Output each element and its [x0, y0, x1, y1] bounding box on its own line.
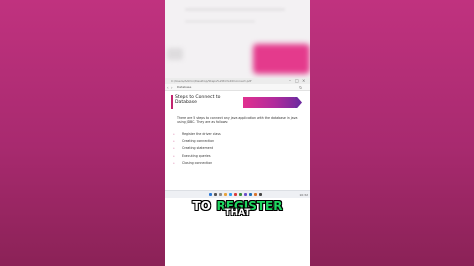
slide-title: Steps to Connect to Database [175, 95, 221, 106]
caption-line-2: THAT [224, 208, 251, 218]
step-label: Register the driver class [182, 132, 221, 136]
slide-content: Steps to Connect to Database There are 5… [165, 93, 310, 190]
step-label: Executing queries [182, 153, 211, 158]
bullet-icon: • [173, 160, 175, 165]
step-label: Creating statement [182, 146, 213, 151]
forward-icon[interactable]: › [171, 84, 173, 91]
background-right [310, 0, 474, 266]
background-left [0, 0, 165, 266]
step-label: Creating connection [182, 139, 215, 144]
bullet-icon: • [173, 153, 175, 158]
video-frame: C:/Users/Admin/Desktop/Steps%20to%20Conn… [165, 0, 310, 266]
blurred-shape [167, 48, 183, 60]
steps-list: • Register the driver class • Creating c… [173, 131, 293, 167]
list-item: • Creating connection [173, 138, 293, 145]
reload-icon[interactable]: ↻ [299, 84, 302, 91]
arrow-decoration [243, 97, 301, 108]
slide-intro: There are 5 steps to connect any java ap… [177, 116, 298, 124]
slide-title-box: Steps to Connect to Database [171, 95, 231, 109]
bullet-icon: • [173, 146, 175, 151]
blurred-line [185, 20, 255, 23]
list-item: • Executing queries [173, 153, 293, 160]
bullet-icon: • [173, 132, 175, 136]
list-item: • Closing connection [173, 160, 293, 167]
list-item: • Register the driver class [173, 131, 293, 138]
browser-window: C:/Users/Admin/Desktop/Steps%20to%20Conn… [165, 78, 310, 190]
blurred-line [185, 8, 285, 11]
step-label: Closing connection [182, 160, 213, 165]
tab-database[interactable]: Database [177, 84, 191, 91]
tab-bar: ‹ › Database ↻ [165, 84, 310, 91]
blurred-header [165, 0, 310, 78]
blurred-accent [253, 44, 310, 74]
bullet-icon: • [173, 139, 175, 144]
back-icon[interactable]: ‹ [167, 84, 169, 91]
list-item: • Creating statement [173, 145, 293, 152]
